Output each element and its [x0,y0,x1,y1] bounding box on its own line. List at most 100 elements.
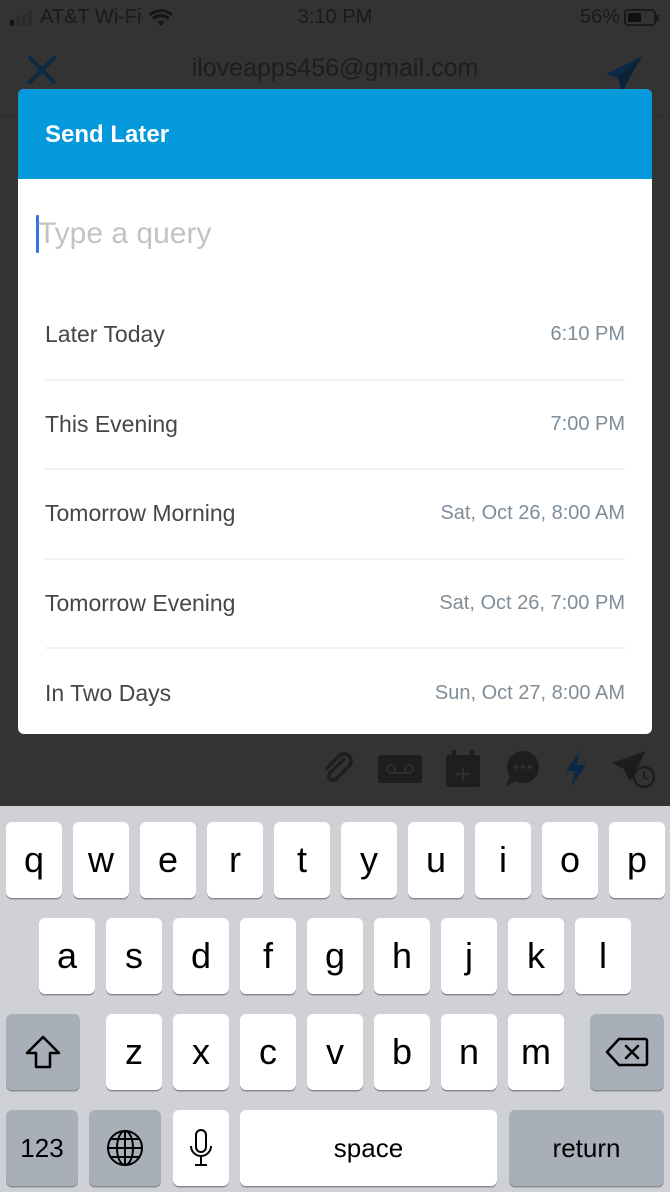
delete-key[interactable] [590,1014,664,1090]
key-s[interactable]: s [106,918,162,994]
key-u[interactable]: u [408,822,464,898]
key-i[interactable]: i [475,822,531,898]
compose-toolbar [310,744,670,794]
microphone-icon [190,1129,212,1166]
lightning-icon[interactable] [564,750,588,788]
key-label: x [192,1031,210,1072]
key-label: b [391,1031,413,1072]
key-label: a [56,935,78,976]
key-f[interactable]: f [240,918,296,994]
shift-key[interactable] [6,1014,80,1090]
key-label: s [125,935,143,976]
option-label: In Two Days [45,680,172,707]
key-k[interactable]: k [508,918,564,994]
space-key-label: space [333,1132,404,1163]
recipient-email: iloveapps456@gmail.com [191,54,479,82]
option-in-two-days[interactable]: In Two Days Sun, Oct 27, 8:00 AM [45,649,625,734]
key-x[interactable]: x [173,1014,229,1090]
key-c[interactable]: c [240,1014,296,1090]
key-label: g [324,935,346,976]
microphone-key[interactable] [173,1110,229,1186]
space-key[interactable]: space [240,1110,497,1186]
battery-percent: 56% [579,6,620,28]
paperclip-icon[interactable] [320,751,356,787]
dialog-title: Send Later [45,121,170,148]
battery-fill [628,13,642,22]
battery-icon [624,9,659,26]
backspace-icon [605,1037,649,1067]
key-b[interactable]: b [374,1014,430,1090]
option-label: This Evening [45,410,178,437]
key-label: f [262,935,273,976]
option-label: Tomorrow Morning [45,500,236,527]
option-this-evening[interactable]: This Evening 7:00 PM [45,381,625,470]
key-label: y [360,839,378,880]
key-label: d [190,935,212,976]
key-label: q [23,839,45,880]
numbers-key[interactable]: 123 [6,1110,78,1186]
key-m[interactable]: m [508,1014,564,1090]
key-label: l [599,935,607,976]
option-later-today[interactable]: Later Today 6:10 PM [45,291,625,381]
voicemail-icon[interactable] [378,753,422,785]
key-label: o [559,839,581,880]
send-later-dialog: Send Later Later Today 6:10 PM This Even… [18,89,652,734]
key-a[interactable]: a [39,918,95,994]
send-later-icon[interactable] [610,749,656,789]
key-label: t [296,839,307,880]
key-label: n [458,1031,480,1072]
key-label: u [425,839,447,880]
key-p[interactable]: p [609,822,665,898]
key-r[interactable]: r [207,822,263,898]
key-label: v [326,1031,344,1072]
schedule-option-list: Later Today 6:10 PM This Evening 7:00 PM… [18,291,652,734]
shift-arrow-icon [25,1035,61,1069]
key-label: i [499,839,507,880]
key-g[interactable]: g [307,918,363,994]
key-label: r [229,839,241,880]
option-time: Sat, Oct 26, 7:00 PM [439,591,625,614]
globe-key[interactable] [89,1110,161,1186]
option-tomorrow-morning[interactable]: Tomorrow Morning Sat, Oct 26, 8:00 AM [45,470,625,560]
option-time: 7:00 PM [550,412,625,435]
paper-plane-icon[interactable] [604,54,644,94]
key-w[interactable]: w [73,822,129,898]
option-time: Sun, Oct 27, 8:00 AM [434,682,625,705]
dialog-header: Send Later [18,89,652,179]
key-q[interactable]: q [6,822,62,898]
return-key[interactable]: return [509,1110,664,1186]
chat-bubble-icon[interactable] [504,750,542,788]
status-time: 3:10 PM [297,6,373,28]
option-label: Later Today [45,321,165,348]
query-input[interactable] [38,209,618,259]
key-label: j [465,935,473,976]
key-label: h [391,935,413,976]
key-o[interactable]: o [542,822,598,898]
globe-icon [107,1130,143,1166]
numbers-key-label: 123 [20,1132,64,1163]
key-label: w [88,839,114,880]
key-y[interactable]: y [341,822,397,898]
key-h[interactable]: h [374,918,430,994]
option-tomorrow-evening[interactable]: Tomorrow Evening Sat, Oct 26, 7:00 PM [45,560,625,649]
query-row [18,179,652,291]
key-l[interactable]: l [575,918,631,994]
key-n[interactable]: n [441,1014,497,1090]
key-label: z [125,1031,143,1072]
status-bar: AT&T Wi-Fi 3:10 PM 56% [0,0,670,36]
key-label: c [259,1031,277,1072]
key-label: k [527,935,545,976]
key-v[interactable]: v [307,1014,363,1090]
option-time: 6:10 PM [550,323,625,346]
key-label: p [626,839,648,880]
key-d[interactable]: d [173,918,229,994]
option-label: Tomorrow Evening [45,589,236,616]
calendar-add-icon[interactable] [444,749,482,789]
key-e[interactable]: e [140,822,196,898]
key-z[interactable]: z [106,1014,162,1090]
on-screen-keyboard: 123 space return q w e r t y u i o p a s d f g h j k l z x c v… [0,806,670,1192]
key-label: e [157,839,179,880]
key-t[interactable]: t [274,822,330,898]
key-j[interactable]: j [441,918,497,994]
return-key-label: return [552,1132,621,1163]
